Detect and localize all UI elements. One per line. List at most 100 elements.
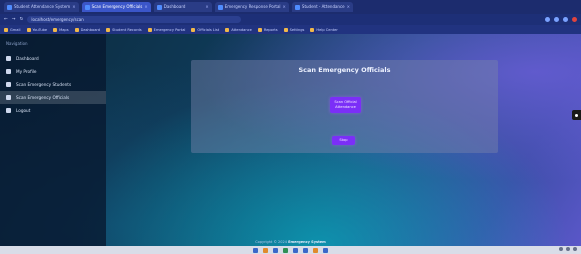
folder-icon (257, 27, 262, 32)
os-taskbar (0, 246, 581, 254)
scan-panel: Scan Emergency Officials Scan Official A… (191, 60, 498, 153)
back-icon[interactable]: ← (4, 17, 8, 22)
bookmark-item[interactable]: Gmail (4, 27, 21, 32)
dot-icon (575, 113, 578, 117)
files-icon[interactable] (283, 247, 288, 253)
folder-icon (225, 27, 230, 32)
sidebar-item-label: Scan Emergency Students (16, 82, 72, 87)
logout-icon (6, 108, 11, 113)
footer-brand: Emergency System (288, 240, 326, 244)
bookmark-label: Dashboard (80, 27, 101, 32)
close-icon[interactable]: × (347, 2, 350, 12)
page-title: Scan Emergency Officials (298, 66, 391, 74)
system-tray (559, 247, 577, 251)
tab-label: Dashboard (163, 4, 186, 9)
folder-icon (26, 27, 31, 32)
bookmark-label: Help Center (316, 27, 338, 32)
sidebar-item-label: Dashboard (16, 56, 39, 61)
folder-icon (147, 27, 152, 32)
folder-icon (4, 27, 8, 32)
bookmark-item[interactable]: Student Records (106, 27, 142, 32)
scan-attendance-button[interactable]: Scan Official Attendance (330, 97, 361, 113)
bookmark-item[interactable]: Reports (257, 27, 278, 32)
bookmark-label: Emergency Portal (153, 27, 186, 32)
extension-icon[interactable] (545, 17, 550, 22)
tab-label: Scan Emergency Officials (91, 4, 143, 9)
sidebar-item-scan-officials[interactable]: Scan Emergency Officials (0, 91, 106, 104)
bookmark-item[interactable]: Emergency Portal (147, 27, 186, 32)
side-panel-toggle[interactable] (572, 110, 581, 120)
sidebar: Navigation Dashboard My Profile Scan Eme… (0, 34, 106, 246)
battery-icon[interactable] (573, 247, 577, 251)
app-icon[interactable] (293, 247, 298, 253)
sidebar-item-dashboard[interactable]: Dashboard (0, 52, 106, 65)
bookmark-item[interactable]: Officials List (191, 27, 220, 32)
browser-tab[interactable]: Emergency Response Portal × (214, 2, 289, 12)
bookmark-label: Maps (59, 27, 69, 32)
folder-icon (191, 27, 196, 32)
app-area: Navigation Dashboard My Profile Scan Eme… (0, 34, 581, 246)
browser-tab-bar: Student Attendance System × Scan Emergenc… (0, 0, 581, 14)
tab-label: Student - Attendance (301, 4, 345, 9)
sidebar-item-logout[interactable]: Logout (0, 104, 106, 117)
scan-icon (6, 82, 11, 87)
browser-tab[interactable]: Student Attendance System × (4, 2, 79, 12)
browser-tab[interactable]: Student - Attendance × (291, 2, 353, 12)
folder-icon (53, 27, 58, 32)
bookmark-label: YouTube (32, 27, 48, 32)
bookmarks-bar: Gmail YouTube Maps Dashboard Student Rec… (0, 25, 581, 34)
dashboard-icon (6, 56, 11, 61)
search-icon[interactable] (263, 247, 268, 253)
sidebar-item-scan-students[interactable]: Scan Emergency Students (0, 78, 106, 91)
close-icon[interactable]: × (144, 2, 147, 12)
address-bar[interactable]: localhost/emergency/scan (27, 16, 242, 23)
close-icon[interactable]: × (205, 2, 208, 12)
bookmark-item[interactable]: YouTube (26, 27, 48, 32)
browser-tab-active[interactable]: Scan Emergency Officials × (81, 2, 151, 12)
browser-tab[interactable]: Dashboard × (153, 2, 212, 12)
folder-icon (74, 27, 79, 32)
scan-icon (6, 95, 11, 100)
bookmark-item[interactable]: Dashboard (74, 27, 101, 32)
start-icon[interactable] (253, 247, 258, 253)
folder-icon (106, 27, 111, 32)
tab-favicon-icon (156, 4, 162, 10)
sidebar-item-label: Logout (16, 108, 31, 113)
app-icon[interactable] (303, 247, 308, 253)
app-icon[interactable] (313, 247, 318, 253)
app-icon[interactable] (323, 247, 328, 253)
bookmark-item[interactable]: Settings (283, 27, 304, 32)
close-icon[interactable]: × (283, 2, 286, 12)
wifi-icon[interactable] (559, 247, 563, 251)
folder-icon (283, 27, 288, 32)
sidebar-header: Navigation (6, 41, 28, 46)
forward-icon[interactable]: → (12, 17, 16, 22)
profile-icon[interactable] (563, 17, 568, 22)
bookmark-label: Officials List (197, 27, 220, 32)
bookmark-item[interactable]: Attendance (225, 27, 252, 32)
bookmark-item[interactable]: Help Center (310, 27, 338, 32)
user-icon (6, 69, 11, 74)
tab-favicon-icon (7, 4, 12, 10)
bookmark-label: Reports (263, 27, 278, 32)
star-icon[interactable] (554, 17, 559, 22)
reload-icon[interactable]: ↻ (20, 17, 24, 22)
bookmark-label: Gmail (10, 27, 21, 32)
tab-favicon-icon (84, 4, 90, 10)
sidebar-item-label: My Profile (16, 69, 37, 74)
browser-icon[interactable] (273, 247, 278, 253)
tab-favicon-icon (294, 4, 300, 10)
footer: Copyright © 2024 Emergency System (0, 240, 581, 244)
tab-favicon-icon (217, 4, 223, 10)
folder-icon (310, 27, 315, 32)
tab-label: Emergency Response Portal (224, 4, 281, 9)
bookmark-item[interactable]: Maps (53, 27, 69, 32)
sidebar-item-profile[interactable]: My Profile (0, 65, 106, 78)
close-icon[interactable]: × (72, 2, 75, 12)
tab-label: Student Attendance System (14, 4, 71, 9)
stop-button[interactable]: Stop (332, 136, 355, 145)
bookmark-label: Attendance (231, 27, 252, 32)
volume-icon[interactable] (566, 247, 570, 251)
record-icon[interactable] (572, 17, 577, 22)
footer-text: Copyright © 2024 (255, 240, 287, 244)
